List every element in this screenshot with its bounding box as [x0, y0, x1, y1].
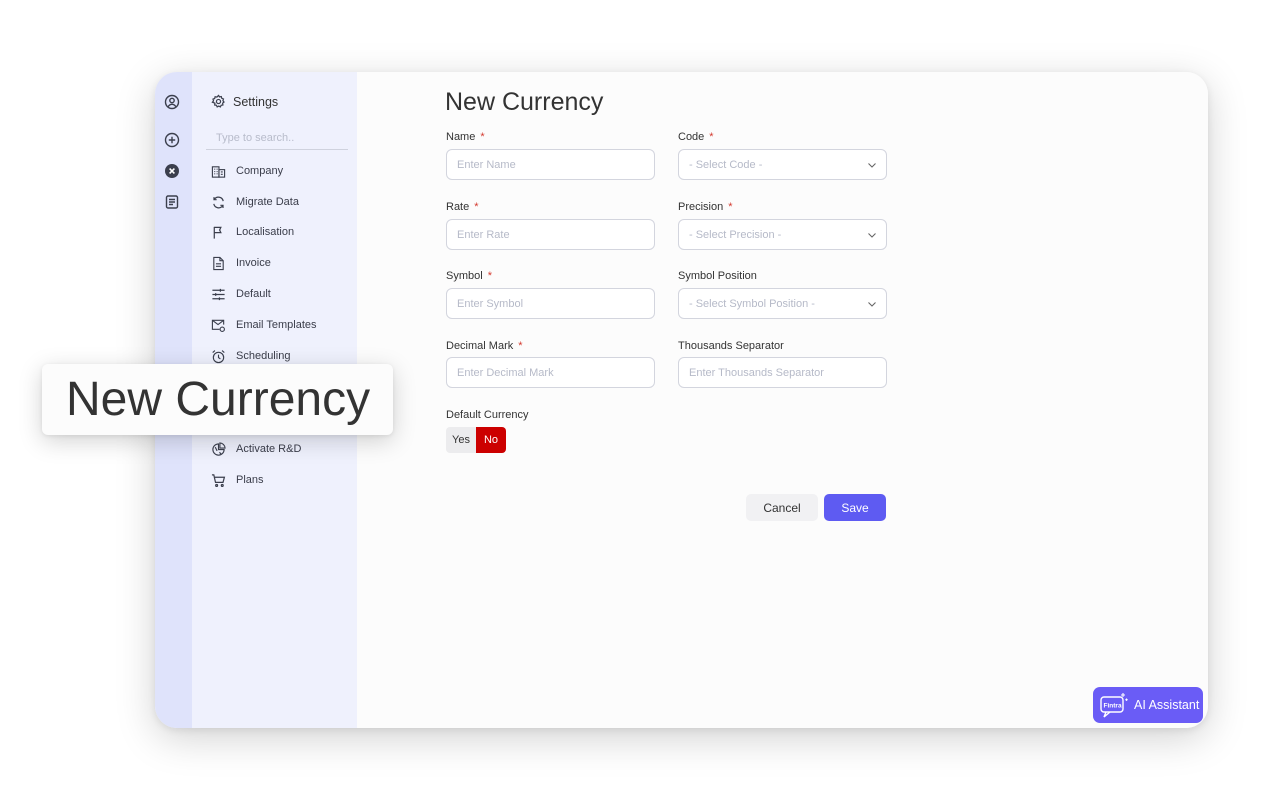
- ai-assistant-button[interactable]: Fintra AI Assistant: [1093, 687, 1203, 723]
- sidebar-title: Settings: [233, 94, 279, 109]
- precision-select[interactable]: - Select Precision -: [678, 219, 887, 250]
- sidebar-item-default[interactable]: Default: [211, 284, 271, 304]
- chevron-down-icon: [868, 233, 876, 238]
- mail-settings-icon: [211, 319, 225, 332]
- notes-icon[interactable]: [164, 194, 180, 210]
- sidebar-item-invoice[interactable]: Invoice: [211, 253, 271, 273]
- decimal-mark-label: Decimal Mark *: [446, 340, 523, 352]
- close-circle-icon[interactable]: [164, 163, 180, 179]
- rate-label: Rate *: [446, 201, 479, 213]
- main-content: New Currency Name* Code* - Select Code -…: [357, 72, 1208, 728]
- add-circle-icon[interactable]: [164, 132, 180, 148]
- sidebar-item-label: Default: [236, 288, 271, 300]
- sidebar-item-scheduling[interactable]: Scheduling: [211, 346, 290, 366]
- sidebar-item-label: Invoice: [236, 257, 271, 269]
- precision-label: Precision *: [678, 201, 733, 213]
- page-title: New Currency: [445, 88, 604, 116]
- symbol-input[interactable]: [446, 288, 655, 319]
- chevron-down-icon: [868, 302, 876, 307]
- sidebar-item-label: Scheduling: [236, 350, 291, 362]
- svg-text:Fintra: Fintra: [1104, 703, 1122, 710]
- zoom-callout-text: New Currency: [66, 373, 371, 426]
- sidebar-header: Settings: [211, 94, 278, 109]
- chevron-down-icon: [868, 163, 876, 168]
- decimal-mark-input[interactable]: [446, 357, 655, 388]
- sidebar-item-label: Localisation: [236, 226, 295, 238]
- default-currency-label: Default Currency: [446, 409, 529, 421]
- symbol-position-label: Symbol Position: [678, 270, 757, 282]
- symbol-position-select[interactable]: - Select Symbol Position -: [678, 288, 887, 319]
- sidebar-item-label: Migrate Data: [236, 196, 299, 208]
- thousands-separator-label: Thousands Separator: [678, 340, 784, 352]
- sidebar-item-activate-rd[interactable]: Activate R&D: [211, 439, 301, 459]
- symbol-label: Symbol *: [446, 270, 492, 282]
- thousands-separator-input[interactable]: [678, 357, 887, 388]
- save-button[interactable]: Save: [824, 494, 886, 521]
- default-currency-yes[interactable]: Yes: [446, 427, 476, 453]
- sidebar-item-email-templates[interactable]: Email Templates: [211, 315, 317, 335]
- gear-icon: [211, 94, 225, 108]
- sidebar-item-label: Company: [236, 165, 284, 177]
- fintra-chat-logo-icon: Fintra: [1100, 693, 1128, 718]
- sidebar-item-label: Email Templates: [236, 319, 317, 331]
- sidebar-item-plans[interactable]: Plans: [211, 470, 264, 490]
- rate-input[interactable]: [446, 219, 655, 250]
- sidebar-item-label: Plans: [236, 474, 264, 486]
- cart-icon: [211, 473, 226, 487]
- default-currency-toggle: Yes No: [446, 427, 506, 453]
- name-label: Name *: [446, 131, 485, 143]
- sidebar-item-localisation[interactable]: Localisation: [211, 222, 294, 242]
- cancel-button[interactable]: Cancel: [746, 494, 818, 521]
- sidebar-item-migrate-data[interactable]: Migrate Data: [211, 192, 299, 212]
- pie-chart-icon: [212, 441, 226, 456]
- default-currency-no[interactable]: No: [476, 427, 506, 453]
- document-icon: [213, 256, 224, 270]
- sidebar-item-company[interactable]: Company: [211, 161, 283, 181]
- flag-icon: [213, 226, 222, 239]
- code-select[interactable]: - Select Code -: [678, 149, 887, 180]
- code-label: Code *: [678, 131, 714, 143]
- building-icon: [211, 165, 226, 178]
- ai-assistant-label: AI Assistant: [1134, 698, 1200, 712]
- sliders-icon: [212, 288, 225, 300]
- sidebar-search-input[interactable]: [206, 126, 348, 150]
- zoom-callout: New Currency: [42, 364, 393, 435]
- name-input[interactable]: [446, 149, 655, 180]
- alarm-clock-icon: [212, 349, 225, 363]
- user-circle-icon[interactable]: [164, 94, 180, 110]
- sidebar-item-label: Activate R&D: [236, 443, 302, 455]
- sync-icon: [213, 196, 224, 208]
